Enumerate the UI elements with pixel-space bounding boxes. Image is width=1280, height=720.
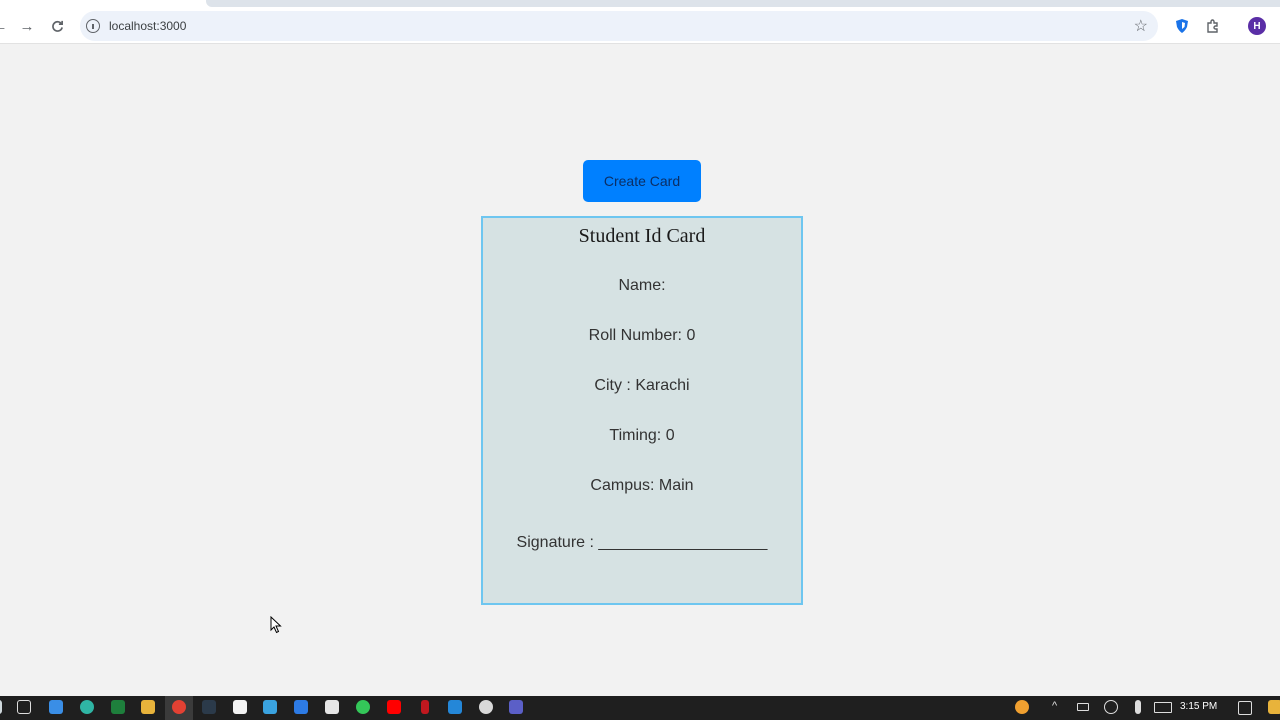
github-icon[interactable] <box>479 700 493 714</box>
mail-icon[interactable] <box>294 700 308 714</box>
timing-value: 0 <box>665 427 675 444</box>
store-icon[interactable] <box>233 700 247 714</box>
timing-label: Timing: <box>609 427 666 444</box>
roll-number-label: Roll Number: <box>588 327 687 344</box>
weather-icon[interactable] <box>1015 700 1029 714</box>
terminal-icon[interactable] <box>202 700 216 714</box>
edge-icon[interactable] <box>80 700 94 714</box>
roll-number-value: 0 <box>686 327 696 344</box>
shield-extension-icon[interactable] <box>1173 17 1191 35</box>
site-info-icon[interactable] <box>86 19 100 33</box>
battery-icon[interactable] <box>1077 703 1089 711</box>
start-edge-icon[interactable] <box>0 700 2 714</box>
extensions-puzzle-icon[interactable] <box>1204 17 1222 35</box>
bookmark-star-icon[interactable]: ☆ <box>1134 16 1148 36</box>
reload-icon[interactable] <box>45 14 69 38</box>
file-explorer-icon[interactable] <box>141 700 155 714</box>
card-title: Student Id Card <box>578 225 706 247</box>
profile-avatar[interactable]: H <box>1248 17 1266 35</box>
signature-line: ___________________ <box>598 534 768 551</box>
calendar-icon[interactable] <box>325 700 339 714</box>
whatsapp-icon[interactable] <box>356 700 370 714</box>
windows-taskbar: ^ 3:15 PM <box>0 696 1280 720</box>
back-icon[interactable]: ← <box>0 14 12 38</box>
teams-icon[interactable] <box>509 700 523 714</box>
signature-field: Signature : ___________________ <box>483 534 801 552</box>
red-app-icon[interactable] <box>421 700 429 714</box>
campus-label: Campus: <box>590 477 659 494</box>
browser-toolbar: ← → localhost:3000 ☆ H <box>0 8 1280 44</box>
roll-number-field: Roll Number: 0 <box>483 327 801 345</box>
widgets-icon[interactable] <box>49 700 63 714</box>
tab-strip <box>0 0 1280 8</box>
url-text[interactable]: localhost:3000 <box>109 19 186 33</box>
network-globe-icon[interactable] <box>1104 700 1118 714</box>
campus-value: Main <box>658 477 694 494</box>
city-label: City : <box>594 377 636 394</box>
tray-chevron-icon[interactable]: ^ <box>1052 700 1057 712</box>
keyboard-icon[interactable] <box>1154 702 1172 713</box>
chrome-icon[interactable] <box>172 700 186 714</box>
name-field: Name: <box>483 277 801 295</box>
create-card-button[interactable]: Create Card <box>583 160 701 202</box>
copilot-icon[interactable] <box>1268 700 1280 714</box>
vscode-icon[interactable] <box>448 700 462 714</box>
city-value: Karachi <box>635 377 690 394</box>
task-view-icon[interactable] <box>17 700 31 714</box>
taskbar-clock[interactable]: 3:15 PM <box>1180 701 1217 712</box>
notifications-icon[interactable] <box>1238 701 1252 715</box>
city-field: City : Karachi <box>483 377 801 395</box>
microphone-icon[interactable] <box>1135 700 1141 714</box>
address-bar[interactable]: localhost:3000 ☆ <box>80 11 1158 41</box>
signature-label: Signature : <box>516 534 599 551</box>
word-w-icon[interactable] <box>111 700 125 714</box>
student-id-card: Student Id Card Name: Roll Number: 0 Cit… <box>481 216 803 605</box>
play-icon[interactable] <box>263 700 277 714</box>
youtube-icon[interactable] <box>387 700 401 714</box>
timing-field: Timing: 0 <box>483 427 801 445</box>
tab-strip-bar <box>206 0 1280 7</box>
campus-field: Campus: Main <box>483 477 801 495</box>
name-label: Name: <box>618 277 666 294</box>
forward-icon[interactable]: → <box>15 14 39 38</box>
